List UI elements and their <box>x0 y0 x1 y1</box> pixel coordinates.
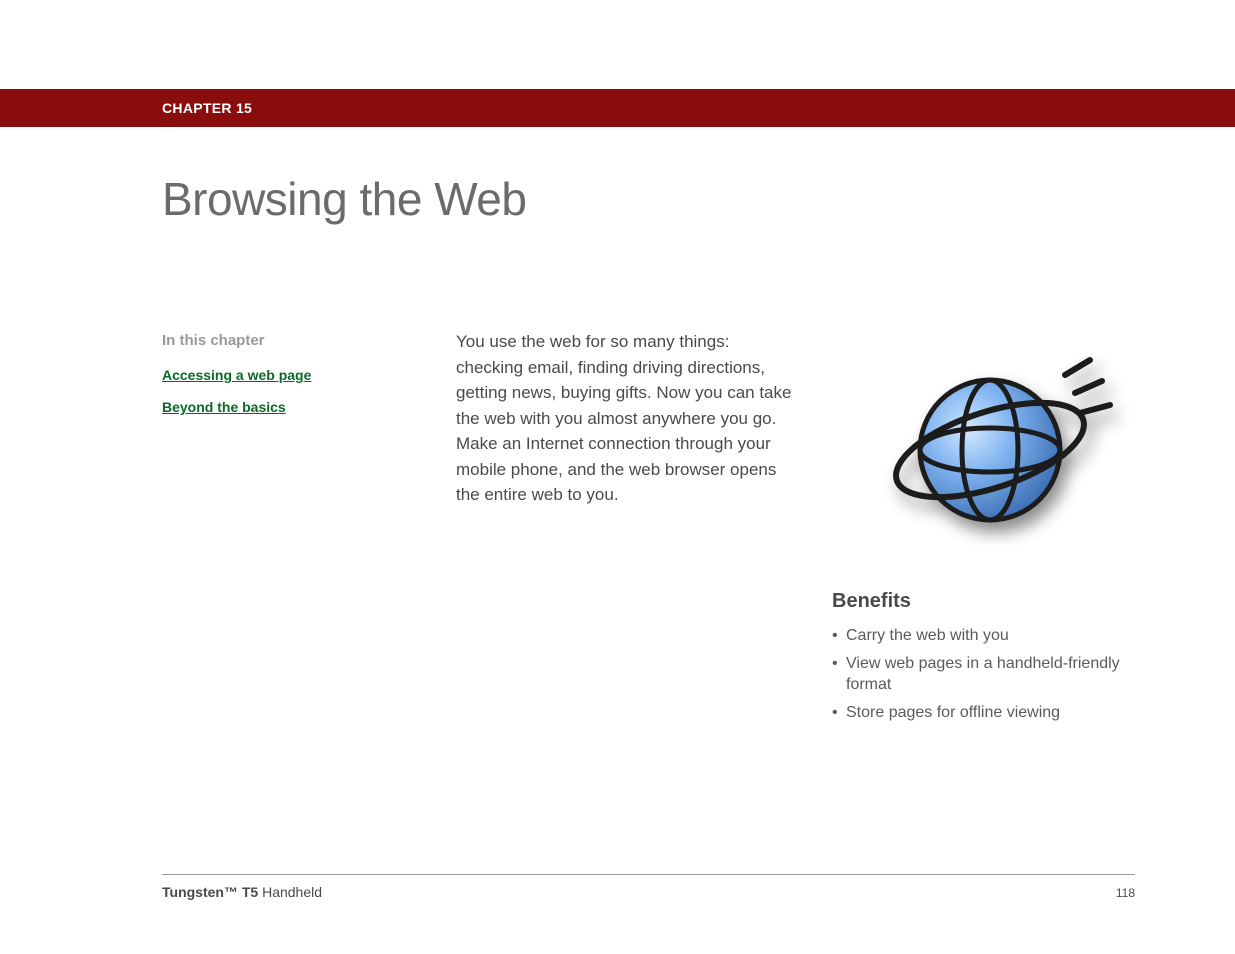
link-accessing-web-page[interactable]: Accessing a web page <box>162 367 402 383</box>
benefits-section: Benefits Carry the web with you View web… <box>832 590 1132 729</box>
footer-product-bold: Tungsten™ T5 <box>162 884 258 900</box>
benefits-heading: Benefits <box>832 590 1132 613</box>
footer-rule <box>162 874 1135 875</box>
footer: Tungsten™ T5 Handheld 118 <box>162 884 1135 900</box>
sidebar-heading: In this chapter <box>162 332 402 349</box>
benefit-item: Carry the web with you <box>832 625 1132 647</box>
globe-icon <box>875 350 1135 550</box>
intro-paragraph: You use the web for so many things: chec… <box>456 329 796 508</box>
chapter-bar: CHAPTER 15 <box>0 89 1235 127</box>
link-beyond-basics[interactable]: Beyond the basics <box>162 399 402 415</box>
footer-product-rest: Handheld <box>258 884 322 900</box>
chapter-label: CHAPTER 15 <box>162 100 252 116</box>
benefit-item: View web pages in a handheld-friendly fo… <box>832 653 1132 696</box>
footer-page-number: 118 <box>1116 886 1135 900</box>
page-title: Browsing the Web <box>162 172 526 226</box>
footer-product: Tungsten™ T5 Handheld <box>162 884 322 900</box>
benefit-item: Store pages for offline viewing <box>832 702 1132 724</box>
sidebar: In this chapter Accessing a web page Bey… <box>162 332 402 431</box>
